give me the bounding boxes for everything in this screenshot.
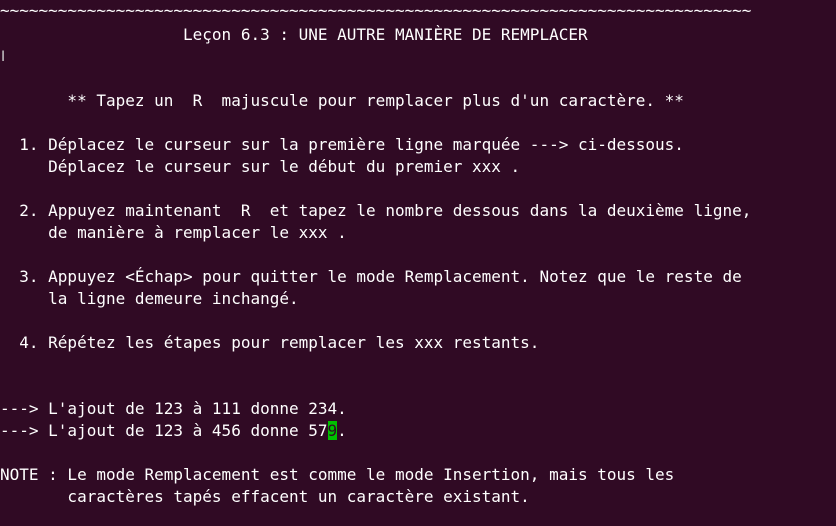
step-4-line: 4. Répétez les étapes pour remplacer les… xyxy=(0,333,540,352)
terminal-window[interactable]: ~~~~~~~~~~~~~~~~~~~~~~~~~~~~~~~~~~~~~~~~… xyxy=(0,0,836,526)
lesson-intro: ** Tapez un R majuscule pour remplacer p… xyxy=(0,91,684,110)
example-line-2-text: ---> L'ajout de 123 à 456 donne 57 xyxy=(0,421,328,440)
step-3-line-1: 3. Appuyez <Échap> pour quitter le mode … xyxy=(0,267,742,286)
step-2-line-1: 2. Appuyez maintenant R et tapez le nomb… xyxy=(0,201,752,220)
note-line-2: caractères tapés effacent un caractère e… xyxy=(0,487,530,506)
step-3-line-2: la ligne demeure inchangé. xyxy=(0,289,299,308)
note-line-1: NOTE : Le mode Remplacement est comme le… xyxy=(0,465,675,484)
text-cursor[interactable]: 9 xyxy=(327,421,338,440)
mouse-ibeam-icon: I xyxy=(1,49,6,65)
step-2-line-2: de manière à remplacer le xxx . xyxy=(0,223,347,242)
tutorial-border: ~~~~~~~~~~~~~~~~~~~~~~~~~~~~~~~~~~~~~~~~… xyxy=(0,1,752,20)
example-line-2-end: . xyxy=(337,421,347,440)
lesson-title: Leçon 6.3 : UNE AUTRE MANIÈRE DE REMPLAC… xyxy=(0,25,588,44)
example-line-1[interactable]: ---> L'ajout de 123 à 111 donne 234. xyxy=(0,398,347,420)
example-line-2[interactable]: ---> L'ajout de 123 à 456 donne 579. xyxy=(0,420,347,442)
step-1-line-2: Déplacez le curseur sur le début du prem… xyxy=(0,157,521,176)
step-1-line-1: 1. Déplacez le curseur sur la première l… xyxy=(0,135,684,154)
